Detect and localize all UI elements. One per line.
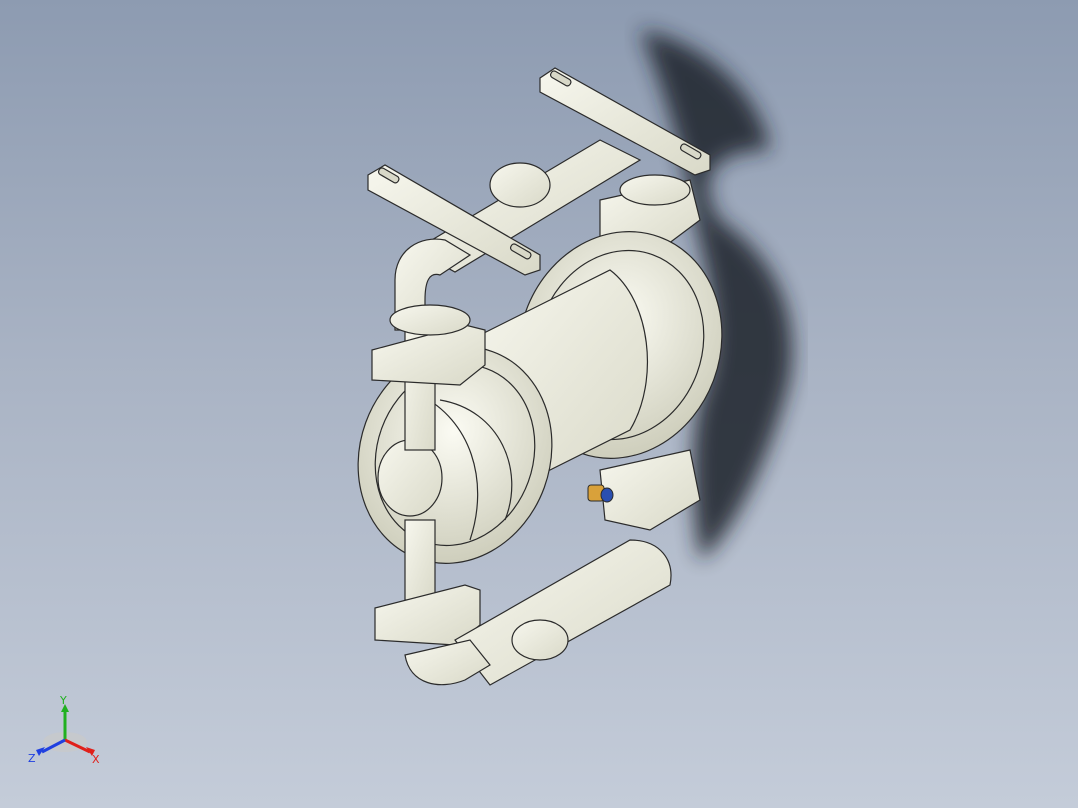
right-lower-block[interactable]: [599, 449, 701, 531]
x-axis-label: X: [92, 753, 100, 766]
z-axis-label: Z: [28, 752, 36, 765]
y-axis-label: Y: [59, 694, 67, 707]
3d-viewport[interactable]: Y X Z: [0, 0, 1078, 808]
pump-model[interactable]: [0, 0, 1078, 808]
left-upper-flange[interactable]: [371, 304, 486, 386]
coordinate-triad: Y X Z: [28, 694, 100, 766]
